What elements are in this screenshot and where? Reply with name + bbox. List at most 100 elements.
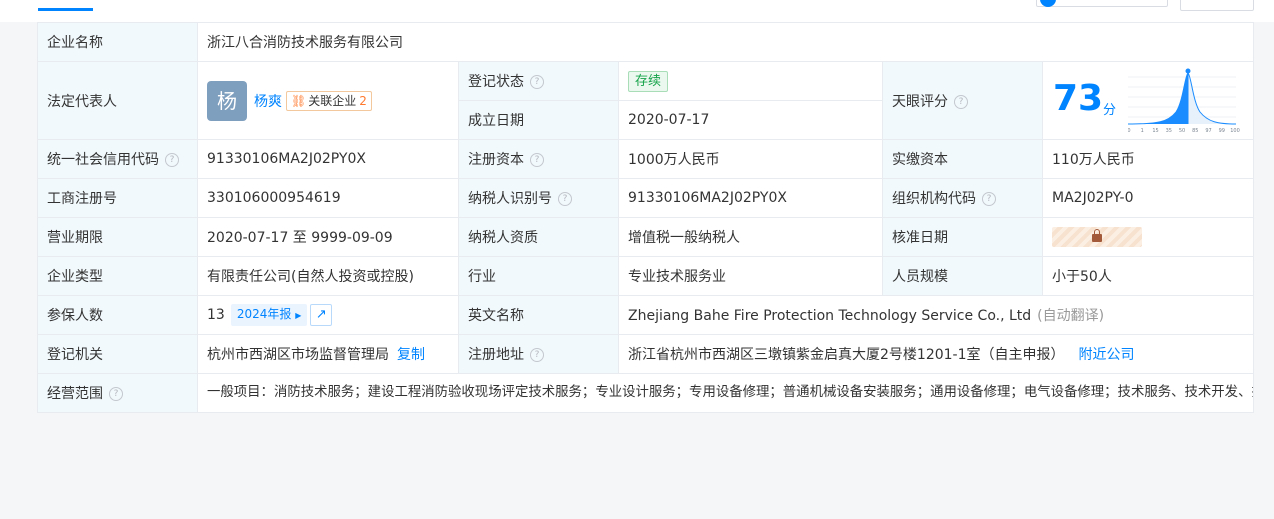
company-name-value: 浙江八合消防技术服务有限公司 <box>197 22 1254 62</box>
insured-cell: 13 2024年报 ▶ ↗ <box>197 295 459 335</box>
biz-term-value: 2020-07-17 至 9999-09-09 <box>197 217 459 257</box>
company-type-value: 有限责任公司(自然人投资或控股) <box>197 256 459 296</box>
company-info-table: 企业名称 浙江八合消防技术服务有限公司 法定代表人 杨杨爽 ⛓ 关联企业 2 登记状态… <box>37 22 1254 413</box>
reg-address-label-text: 注册地址 <box>468 347 524 363</box>
credit-code-value: 91330106MA2J02PY0X <box>197 139 459 179</box>
reg-status-label: 登记状态? <box>458 61 619 101</box>
org-code-label: 组织机构代码? <box>882 178 1043 218</box>
reg-address-label: 注册地址? <box>458 334 619 374</box>
avatar[interactable]: 杨 <box>207 80 247 121</box>
toggle-knob-icon <box>1040 0 1056 7</box>
reg-authority-value: 杭州市西湖区市场监督管理局 <box>207 347 389 363</box>
approve-date-cell <box>1042 217 1254 257</box>
reg-capital-label: 注册资本? <box>458 139 619 179</box>
score-distribution-chart: 0 1 15 35 50 85 97 99 100 <box>1128 68 1240 134</box>
org-code-value: MA2J02PY-0 <box>1042 178 1254 218</box>
score-axis-tick: 0 <box>1128 128 1131 134</box>
paid-capital-value: 110万人民币 <box>1042 139 1254 179</box>
help-icon[interactable]: ? <box>530 75 544 89</box>
locked-content-button[interactable] <box>1052 227 1142 247</box>
score-axis-ticks: 0 1 15 35 50 85 97 99 100 <box>1128 128 1240 134</box>
score-axis-tick: 85 <box>1192 128 1198 134</box>
score-axis-tick: 50 <box>1179 128 1185 134</box>
top-bar <box>0 0 1274 22</box>
legal-rep-label: 法定代表人 <box>37 61 198 140</box>
score-widget[interactable]: 73 分 0 1 15 35 50 85 97 99 100 <box>1044 63 1253 139</box>
taxpayer-qual-label: 纳税人资质 <box>458 217 619 257</box>
related-count: 2 <box>359 93 367 108</box>
paid-capital-label: 实缴资本 <box>882 139 1043 179</box>
caret-right-icon: ▶ <box>295 311 302 320</box>
auto-translate-note: (自动翻译) <box>1037 308 1105 324</box>
insured-label: 参保人数 <box>37 295 198 335</box>
status-badge: 存续 <box>628 70 669 92</box>
help-icon[interactable]: ? <box>530 153 544 167</box>
table-row: 营业期限 2020-07-17 至 9999-09-09 纳税人资质 增值税一般… <box>37 217 1254 257</box>
company-name-label: 企业名称 <box>37 22 198 62</box>
score-axis-tick: 1 <box>1141 128 1144 134</box>
tianyan-label: 天眼评分? <box>882 61 1043 140</box>
business-scope-label: 经营范围? <box>37 373 198 413</box>
english-name-label: 英文名称 <box>458 295 619 335</box>
taxpayer-id-label: 纳税人识别号? <box>458 178 619 218</box>
biz-reg-no-label: 工商注册号 <box>37 178 198 218</box>
reg-capital-label-text: 注册资本 <box>468 152 524 168</box>
english-name-value: Zhejiang Bahe Fire Protection Technology… <box>628 308 1032 324</box>
approve-date-label: 核准日期 <box>882 217 1043 257</box>
business-scope-value: 一般项目：消防技术服务；建设工程消防验收现场评定技术服务；专业设计服务；专用设备… <box>197 373 1254 413</box>
biz-reg-no-value: 330106000954619 <box>197 178 459 218</box>
reg-address-value: 浙江省杭州市西湖区三墩镇紫金启真大厦2号楼1201-1室（自主申报） <box>628 347 1065 363</box>
help-icon[interactable]: ? <box>558 192 572 206</box>
table-row: 登记机关 杭州市西湖区市场监督管理局 复制 注册地址? 浙江省杭州市西湖区三墩镇紫… <box>37 334 1254 374</box>
org-code-label-text: 组织机构代码 <box>892 191 976 207</box>
score-axis-tick: 97 <box>1205 128 1211 134</box>
table-row: 统一社会信用代码? 91330106MA2J02PY0X 注册资本? 1000万… <box>37 139 1254 179</box>
trend-chart-icon[interactable]: ↗ <box>310 304 333 326</box>
top-action-button[interactable] <box>1180 0 1254 11</box>
reg-capital-value: 1000万人民币 <box>618 139 883 179</box>
related-companies-badge[interactable]: ⛓ 关联企业 2 <box>286 90 372 111</box>
help-icon[interactable]: ? <box>530 348 544 362</box>
credit-code-label: 统一社会信用代码? <box>37 139 198 179</box>
tianyan-label-text: 天眼评分 <box>892 93 948 110</box>
tianyan-score-value: 73 <box>1053 77 1104 119</box>
score-axis-tick: 35 <box>1166 128 1172 134</box>
score-axis-tick: 99 <box>1219 128 1225 134</box>
reg-authority-label: 登记机关 <box>37 334 198 374</box>
copy-button[interactable]: 复制 <box>397 347 425 363</box>
help-icon[interactable]: ? <box>165 153 179 167</box>
table-row: 工商注册号 330106000954619 纳税人识别号? 91330106MA… <box>37 178 1254 218</box>
reg-authority-cell: 杭州市西湖区市场监督管理局 复制 <box>197 334 459 374</box>
help-icon[interactable]: ? <box>954 94 968 109</box>
credit-code-label-text: 统一社会信用代码 <box>47 152 159 168</box>
staff-size-label: 人员规模 <box>882 256 1043 296</box>
table-row: 企业名称 浙江八合消防技术服务有限公司 <box>37 22 1254 62</box>
help-icon[interactable]: ? <box>982 192 996 206</box>
reg-status-label-text: 登记状态 <box>468 74 524 90</box>
found-date-value: 2020-07-17 <box>618 100 883 140</box>
taxpayer-id-value: 91330106MA2J02PY0X <box>618 178 883 218</box>
active-tab-indicator <box>38 8 93 11</box>
tianyan-score-unit: 分 <box>1103 102 1117 118</box>
legal-rep-cell: 杨杨爽 ⛓ 关联企业 2 <box>197 61 459 140</box>
industry-label: 行业 <box>458 256 619 296</box>
table-row: 参保人数 13 2024年报 ▶ ↗ 英文名称 Zhejiang Bahe Fire… <box>37 295 1254 335</box>
biz-term-label: 营业期限 <box>37 217 198 257</box>
annual-report-label: 2024年报 <box>236 307 292 321</box>
score-axis-tick: 15 <box>1152 128 1158 134</box>
help-icon[interactable]: ? <box>109 387 123 401</box>
score-axis-tick: 100 <box>1230 128 1240 134</box>
nearby-companies-link[interactable]: 附近公司 <box>1079 347 1135 363</box>
business-scope-label-text: 经营范围 <box>47 386 103 402</box>
annual-report-button[interactable]: 2024年报 ▶ <box>230 304 308 326</box>
table-row: 企业类型 有限责任公司(自然人投资或控股) 行业 专业技术服务业 人员规模 小于… <box>37 256 1254 296</box>
top-toggle-control[interactable] <box>1036 0 1168 7</box>
company-type-label: 企业类型 <box>37 256 198 296</box>
reg-status-cell: 存续 <box>618 61 883 101</box>
table-row: 法定代表人 杨杨爽 ⛓ 关联企业 2 登记状态? 存续 天眼评分? 73 分 1… <box>37 61 1254 140</box>
staff-size-value: 小于50人 <box>1042 256 1254 296</box>
reg-address-cell: 浙江省杭州市西湖区三墩镇紫金启真大厦2号楼1201-1室（自主申报） 附近公司 <box>618 334 1254 374</box>
related-network-icon: ⛓ <box>291 93 307 108</box>
legal-rep-name-link[interactable]: 杨爽 <box>254 94 282 110</box>
english-name-cell: Zhejiang Bahe Fire Protection Technology… <box>618 295 1254 335</box>
